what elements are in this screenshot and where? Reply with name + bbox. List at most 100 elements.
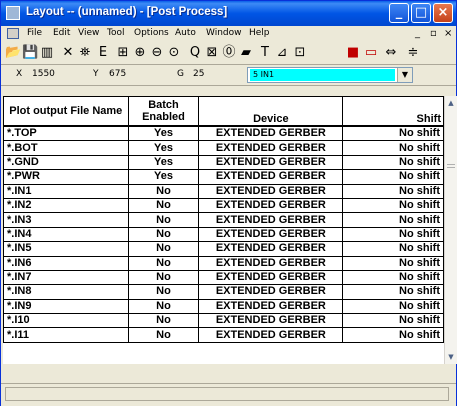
table-row[interactable]: *.BOT Yes EXTENDED GERBER No shift	[3, 140, 444, 156]
cell-batch-enabled[interactable]: No	[127, 327, 200, 343]
menu-auto[interactable]: Auto	[175, 28, 196, 38]
cell-file-name[interactable]: *.IN8	[3, 284, 129, 300]
column-header-file-name[interactable]: Plot output File Name	[3, 96, 129, 127]
cell-file-name[interactable]: *.PWR	[3, 169, 129, 185]
color-icon[interactable]: ■	[345, 44, 361, 61]
cell-shift[interactable]: No shift	[342, 327, 444, 343]
open-folder-icon[interactable]: 📂	[5, 44, 21, 61]
cell-device[interactable]: EXTENDED GERBER	[198, 327, 344, 343]
cell-file-name[interactable]: *.IN6	[3, 255, 129, 271]
cell-device[interactable]: EXTENDED GERBER	[198, 241, 344, 257]
table-row[interactable]: *.IN4 No EXTENDED GERBER No shift	[3, 226, 444, 243]
cell-device[interactable]: EXTENDED GERBER	[198, 154, 344, 171]
cell-file-name[interactable]: *.TOP	[3, 125, 129, 142]
cell-file-name[interactable]: *.IN5	[3, 241, 129, 257]
cell-device[interactable]: EXTENDED GERBER	[198, 212, 344, 228]
cell-shift[interactable]: No shift	[342, 298, 444, 315]
vertical-scrollbar[interactable]: ▲ ▼	[444, 96, 457, 364]
drc-icon[interactable]: ⊡	[292, 44, 308, 61]
table-row[interactable]: *.IN7 No EXTENDED GERBER No shift	[3, 269, 444, 286]
cell-shift[interactable]: No shift	[342, 255, 444, 271]
column-header-shift[interactable]: Shift	[342, 96, 444, 127]
cell-device[interactable]: EXTENDED GERBER	[198, 226, 344, 243]
maximize-button[interactable]: □	[411, 3, 431, 23]
table-row[interactable]: *.IN9 No EXTENDED GERBER No shift	[3, 298, 444, 315]
scroll-thumb[interactable]	[447, 164, 455, 168]
cell-device[interactable]: EXTENDED GERBER	[198, 125, 344, 142]
cell-device[interactable]: EXTENDED GERBER	[198, 284, 344, 300]
cell-shift[interactable]: No shift	[342, 269, 444, 286]
cell-shift[interactable]: No shift	[342, 169, 444, 185]
cell-shift[interactable]: No shift	[342, 140, 444, 156]
table-row[interactable]: *.I11 No EXTENDED GERBER No shift	[3, 327, 444, 343]
zoom-out-icon[interactable]: ⊖	[149, 44, 165, 61]
cell-device[interactable]: EXTENDED GERBER	[198, 269, 344, 286]
close-button[interactable]: ×	[433, 3, 453, 23]
cell-file-name[interactable]: *.IN9	[3, 298, 129, 315]
cell-batch-enabled[interactable]: No	[127, 313, 200, 329]
cell-device[interactable]: EXTENDED GERBER	[198, 140, 344, 156]
cell-batch-enabled[interactable]: No	[127, 298, 200, 315]
cell-device[interactable]: EXTENDED GERBER	[198, 197, 344, 214]
grid-field[interactable]: 25	[191, 67, 236, 82]
design-rules-icon[interactable]: ▭	[363, 44, 379, 61]
layer-select[interactable]: 5 IN1 ▼	[247, 67, 413, 83]
column-header-device[interactable]: Device	[198, 96, 344, 127]
table-row[interactable]: *.IN5 No EXTENDED GERBER No shift	[3, 241, 444, 257]
cell-shift[interactable]: No shift	[342, 197, 444, 214]
grid-icon[interactable]: ⊞	[115, 44, 131, 61]
cell-file-name[interactable]: *.IN1	[3, 183, 129, 199]
cell-file-name[interactable]: *.I11	[3, 327, 129, 343]
cell-shift[interactable]: No shift	[342, 183, 444, 199]
cell-device[interactable]: EXTENDED GERBER	[198, 183, 344, 199]
cell-shift[interactable]: No shift	[342, 241, 444, 257]
title-bar[interactable]: Layout -- (unnamed) - [Post Process] _ □…	[1, 1, 456, 26]
text-t-icon[interactable]: T	[257, 44, 273, 61]
table-row[interactable]: *.IN6 No EXTENDED GERBER No shift	[3, 255, 444, 271]
cell-batch-enabled[interactable]: No	[127, 183, 200, 199]
dimension-icon[interactable]: ⊿	[274, 44, 290, 61]
cell-shift[interactable]: No shift	[342, 154, 444, 171]
cell-shift[interactable]: No shift	[342, 212, 444, 228]
menu-file[interactable]: File	[27, 28, 42, 38]
menu-edit[interactable]: Edit	[53, 28, 70, 38]
bar-chart-icon[interactable]: ▥	[39, 44, 55, 61]
cell-file-name[interactable]: *.I10	[3, 313, 129, 329]
cell-file-name[interactable]: *.GND	[3, 154, 129, 171]
cell-shift[interactable]: No shift	[342, 226, 444, 243]
cell-batch-enabled[interactable]: No	[127, 212, 200, 228]
cell-batch-enabled[interactable]: Yes	[127, 154, 200, 171]
table-row[interactable]: *.IN3 No EXTENDED GERBER No shift	[3, 212, 444, 228]
component-icon[interactable]: ⇔	[383, 44, 399, 61]
cell-batch-enabled[interactable]: Yes	[127, 169, 200, 185]
cell-device[interactable]: EXTENDED GERBER	[198, 255, 344, 271]
table-row[interactable]: *.IN8 No EXTENDED GERBER No shift	[3, 284, 444, 300]
more-icon[interactable]: ≑	[405, 44, 421, 61]
cell-file-name[interactable]: *.IN7	[3, 269, 129, 286]
select-e-icon[interactable]: Ε	[95, 44, 111, 61]
cell-batch-enabled[interactable]: Yes	[127, 140, 200, 156]
cell-batch-enabled[interactable]: No	[127, 269, 200, 286]
cell-batch-enabled[interactable]: No	[127, 255, 200, 271]
cell-file-name[interactable]: *.IN2	[3, 197, 129, 214]
column-header-batch-enabled[interactable]: Batch Enabled	[127, 96, 200, 127]
cell-batch-enabled[interactable]: No	[127, 284, 200, 300]
cell-file-name[interactable]: *.BOT	[3, 140, 129, 156]
cell-batch-enabled[interactable]: No	[127, 241, 200, 257]
zoom-all-icon[interactable]: ⊙	[166, 44, 182, 61]
x-coordinate-field[interactable]: 1550	[30, 67, 88, 82]
mdi-restore-button[interactable]: ▫	[430, 28, 437, 39]
cell-device[interactable]: EXTENDED GERBER	[198, 169, 344, 185]
cell-shift[interactable]: No shift	[342, 313, 444, 329]
scroll-down-icon[interactable]: ▼	[445, 351, 457, 363]
find-binoculars-icon[interactable]: ⛯	[77, 44, 93, 61]
table-row[interactable]: *.TOP Yes EXTENDED GERBER No shift	[3, 125, 444, 142]
cell-batch-enabled[interactable]: No	[127, 197, 200, 214]
chevron-down-icon[interactable]: ▼	[397, 68, 412, 82]
cell-shift[interactable]: No shift	[342, 125, 444, 142]
mdi-minimize-button[interactable]: _	[415, 28, 420, 39]
cell-device[interactable]: EXTENDED GERBER	[198, 313, 344, 329]
cell-batch-enabled[interactable]: Yes	[127, 125, 200, 142]
cell-shift[interactable]: No shift	[342, 284, 444, 300]
document-icon[interactable]	[7, 28, 19, 39]
